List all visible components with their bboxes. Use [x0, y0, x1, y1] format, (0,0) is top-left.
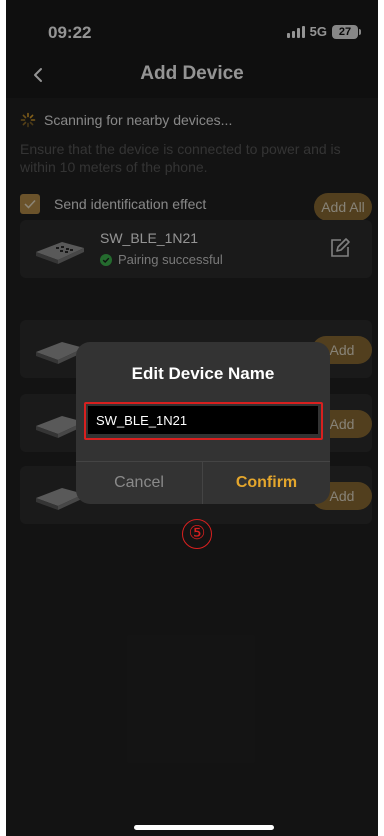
phone-screen: 09:22 5G 27 Add Device Scanning for near…	[6, 0, 378, 836]
edit-name-dialog: Edit Device Name Cancel Confirm	[76, 342, 330, 504]
confirm-button[interactable]: Confirm	[203, 462, 330, 504]
dialog-title: Edit Device Name	[131, 364, 275, 383]
step-marker: ⑤	[182, 519, 212, 549]
highlight-annotation	[84, 402, 323, 440]
cancel-button[interactable]: Cancel	[76, 462, 202, 504]
home-indicator[interactable]	[134, 825, 274, 830]
